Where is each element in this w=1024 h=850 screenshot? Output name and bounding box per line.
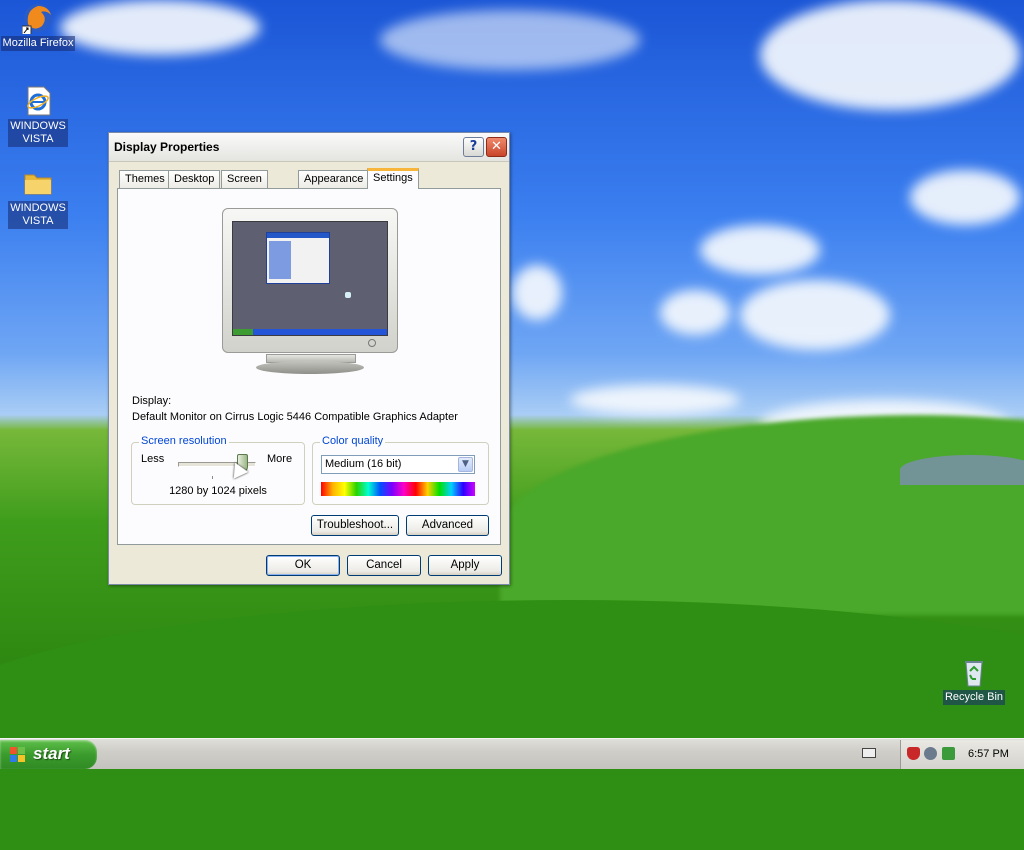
start-button[interactable]: start	[0, 740, 97, 769]
title-bar[interactable]: Display Properties ? ✕	[109, 133, 509, 162]
monitor-preview	[222, 208, 398, 353]
tab-screen-saver[interactable]: Screen Saver	[221, 170, 268, 202]
safely-remove-icon[interactable]	[942, 747, 955, 760]
advanced-button[interactable]: Advanced	[406, 515, 489, 536]
display-label: Display:	[132, 395, 172, 407]
keyboard-icon[interactable]	[862, 748, 876, 758]
desktop-icon-label: Recycle Bin	[942, 690, 1006, 705]
display-adapter-text: Default Monitor on Cirrus Logic 5446 Com…	[132, 411, 458, 423]
tab-appearance[interactable]: Appearance	[298, 170, 370, 188]
display-properties-dialog: Display Properties ? ✕ Themes Desktop Sc…	[108, 132, 510, 585]
taskbar: start 6:57 PM	[0, 738, 1024, 769]
desktop-icon-label: Mozilla Firefox	[0, 36, 76, 51]
windows-logo-icon	[10, 747, 26, 763]
monitor-base	[256, 361, 364, 374]
desktop-icon-firefox[interactable]: Mozilla Firefox	[0, 2, 76, 51]
settings-panel: Display: Default Monitor on Cirrus Logic…	[117, 188, 501, 545]
desktop-icon-vista-ie[interactable]: WINDOWS VISTA	[0, 85, 76, 147]
desktop-icon-label: WINDOWS VISTA	[8, 201, 68, 229]
security-shield-icon[interactable]	[907, 747, 920, 760]
apply-button[interactable]: Apply	[428, 555, 502, 576]
color-quality-select[interactable]: Medium (16 bit) ▼	[321, 455, 475, 474]
tab-themes[interactable]: Themes	[119, 170, 171, 188]
start-label: start	[33, 744, 70, 763]
system-tray: 6:57 PM	[900, 740, 1024, 769]
ok-button[interactable]: OK	[266, 555, 340, 576]
chevron-down-icon[interactable]: ▼	[458, 457, 473, 472]
screen-resolution-group: Screen resolution Less More 1280 by 1024…	[131, 435, 305, 505]
folder-icon	[22, 167, 54, 199]
network-icon[interactable]	[924, 747, 937, 760]
less-label: Less	[141, 453, 165, 465]
color-spectrum-bar	[321, 482, 475, 496]
troubleshoot-button[interactable]: Troubleshoot...	[311, 515, 399, 536]
dialog-title: Display Properties	[114, 140, 220, 154]
firefox-icon	[21, 2, 54, 36]
internet-explorer-icon	[22, 85, 54, 117]
color-quality-group: Color quality Medium (16 bit) ▼	[312, 435, 489, 505]
help-button[interactable]: ?	[463, 137, 484, 157]
color-quality-title: Color quality	[320, 435, 386, 447]
close-button[interactable]: ✕	[486, 137, 507, 157]
slider-tick	[212, 476, 213, 479]
desktop-icon-recycle-bin[interactable]: Recycle Bin	[936, 656, 1012, 705]
clock: 6:57 PM	[968, 748, 1009, 760]
resolution-value: 1280 by 1024 pixels	[169, 485, 267, 497]
tab-desktop[interactable]: Desktop	[168, 170, 221, 188]
desktop-icon-label: WINDOWS VISTA	[8, 119, 68, 147]
screen-resolution-title: Screen resolution	[139, 435, 229, 447]
more-label: More	[267, 453, 293, 465]
recycle-bin-icon	[958, 656, 990, 688]
desktop-icon-vista-folder[interactable]: WINDOWS VISTA	[0, 167, 76, 229]
color-quality-value: Medium (16 bit)	[325, 458, 402, 470]
cancel-button[interactable]: Cancel	[347, 555, 421, 576]
tab-settings[interactable]: Settings	[367, 168, 419, 189]
